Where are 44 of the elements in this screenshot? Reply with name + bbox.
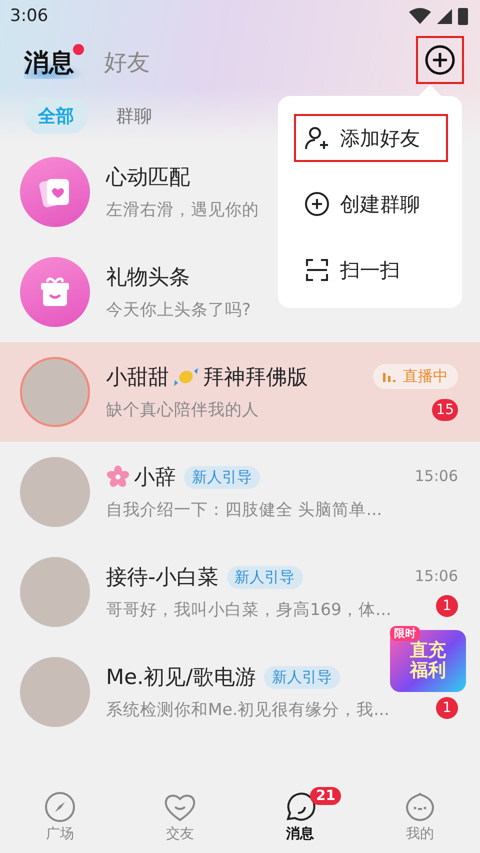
menu-item[interactable]: 扫一扫: [294, 246, 448, 294]
add-circle-icon: [304, 191, 330, 217]
message-time: 15:06: [414, 567, 458, 585]
menu-item[interactable]: 创建群聊: [294, 180, 448, 228]
unread-count: 1: [436, 595, 458, 617]
contact-name: 接待-小白菜: [106, 564, 219, 591]
contact-name: 小甜甜: [106, 364, 169, 391]
add-circle-icon: [424, 44, 456, 76]
message-preview: 缺个真心陪伴我的人: [106, 399, 259, 421]
scan-icon: [304, 257, 330, 283]
message-time: 15:06: [414, 467, 458, 485]
live-badge: 直播中: [373, 364, 458, 388]
message-preview: 哥哥好，我叫小白菜，身高169，体...: [106, 599, 392, 621]
add-button[interactable]: [416, 36, 464, 84]
menu-item[interactable]: 添加好友: [294, 114, 448, 162]
contact-name: 拜神拜佛版: [203, 364, 308, 391]
contact-name: Me.初见/歌电游: [106, 664, 256, 691]
compass-icon: [44, 791, 76, 823]
contact-name: 心动匹配: [106, 164, 190, 191]
contact-name: 小辞: [134, 464, 176, 491]
contact-name: 礼物头条: [106, 264, 190, 291]
nav-tab[interactable]: 消息 21: [240, 787, 360, 853]
header-tab[interactable]: 消息: [24, 42, 84, 78]
filter-tab[interactable]: 群聊: [102, 98, 166, 134]
unread-count: 21: [310, 787, 342, 805]
promo-text: 直充: [410, 641, 446, 661]
guide-tag: 新人引导: [184, 466, 260, 488]
guide-tag: 新人引导: [226, 566, 303, 588]
unread-count: 15: [432, 398, 458, 420]
unread-count: 1: [436, 697, 458, 719]
promo-text: 福利: [410, 661, 446, 681]
signal-icon: [437, 8, 452, 24]
add-person-icon: [304, 125, 330, 151]
promo-tag: 限时: [390, 626, 420, 641]
message-preview: 系统检测你和Me.初见很有缘分，我...: [106, 699, 390, 721]
battery-icon: [458, 8, 468, 24]
face-icon: [404, 791, 436, 823]
message-preview: 今天你上头条了吗?: [106, 299, 251, 321]
conversation-row[interactable]: 小甜甜 拜神拜佛版 缺个真心陪伴我的人 直播中 15: [0, 342, 480, 442]
status-time: 3:06: [10, 6, 48, 26]
message-preview: 左滑右滑，遇见你的: [106, 199, 259, 221]
wifi-icon: [409, 8, 431, 24]
guide-tag: 新人引导: [264, 666, 340, 688]
message-preview: 自我介绍一下：四肢健全 头脑简单...: [106, 499, 382, 521]
